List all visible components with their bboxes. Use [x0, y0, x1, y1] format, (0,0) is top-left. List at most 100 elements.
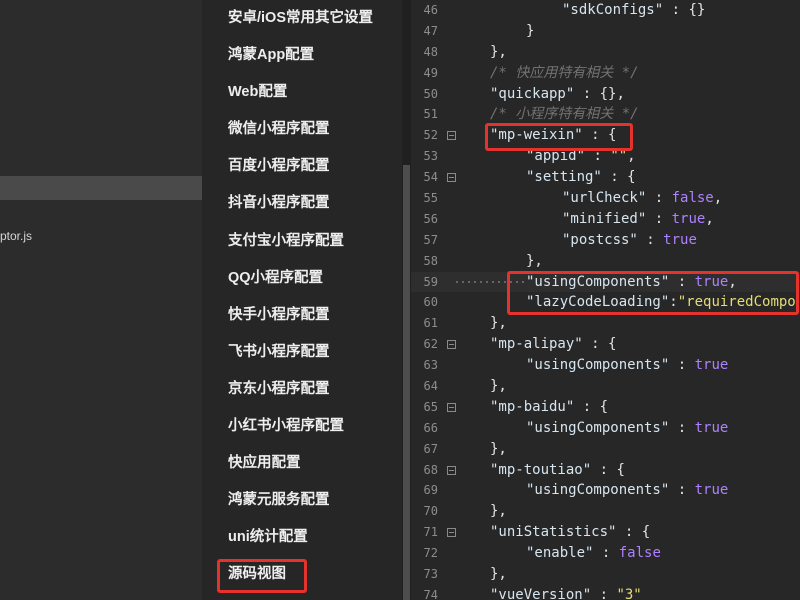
code-line[interactable]: 63 "usingComponents" : true [411, 355, 800, 376]
code-line[interactable]: 74 "vueVersion" : "3" [411, 585, 800, 600]
code-token-punct: }, [490, 378, 507, 395]
code-line[interactable]: 54 "setting" : { [411, 167, 800, 188]
code-line[interactable]: 55 "urlCheck" : false, [411, 188, 800, 209]
code-token-punct: }, [490, 566, 507, 583]
menu-scrollbar[interactable] [402, 0, 411, 600]
code-token-punct: , [705, 210, 714, 227]
menu-item-harmony-atomic-service[interactable]: 鸿蒙元服务配置 [202, 482, 402, 519]
code-text[interactable]: "lazyCodeLoading":"requiredCompo [454, 292, 796, 313]
line-number: 66 [423, 420, 438, 435]
code-line[interactable]: 56 "minified" : true, [411, 209, 800, 230]
code-text[interactable]: }, [454, 313, 507, 334]
code-text[interactable]: "mp-alipay" : { [454, 334, 616, 355]
code-text[interactable]: "vueVersion" : "3" [454, 585, 642, 600]
code-text[interactable]: }, [454, 564, 507, 585]
code-line[interactable]: 72 "enable" : false [411, 543, 800, 564]
code-text[interactable]: }, [454, 439, 507, 460]
code-line[interactable]: 46 "sdkConfigs" : {} [411, 0, 800, 21]
code-text[interactable]: "mp-toutiao" : { [454, 460, 625, 481]
menu-item-quickapp[interactable]: 快应用配置 [202, 445, 402, 482]
code-line[interactable]: 70 }, [411, 501, 800, 522]
code-line[interactable]: 71 "uniStatistics" : { [411, 522, 800, 543]
line-number: 72 [423, 546, 438, 561]
code-line[interactable]: 48 }, [411, 42, 800, 63]
code-line[interactable]: 66 "usingComponents" : true [411, 418, 800, 439]
code-token-indent [454, 148, 526, 164]
code-line[interactable]: 62 "mp-alipay" : { [411, 334, 800, 355]
code-text[interactable]: "usingComponents" : true [454, 480, 728, 501]
menu-item-xiaohongshu-miniprogram[interactable]: 小红书小程序配置 [202, 408, 402, 445]
code-line[interactable]: 51 /* 小程序特有相关 */ [411, 104, 800, 125]
code-text[interactable]: }, [454, 501, 507, 522]
code-text[interactable]: } [454, 21, 534, 42]
code-text[interactable]: "usingComponents" : true [454, 355, 728, 376]
explorer-selected-row[interactable] [0, 176, 202, 200]
code-text[interactable]: "minified" : true, [454, 209, 714, 230]
code-line[interactable]: 57 "postcss" : true [411, 230, 800, 251]
line-number: 58 [423, 253, 438, 268]
menu-item-jd-miniprogram[interactable]: 京东小程序配置 [202, 371, 402, 408]
code-token-key: "mp-baidu" [490, 398, 575, 415]
menu-item-web[interactable]: Web配置 [202, 74, 402, 111]
explorer-file-item[interactable]: ptor.js [0, 228, 32, 244]
code-text[interactable]: "postcss" : true [454, 230, 697, 251]
code-editor[interactable]: 46 "sdkConfigs" : {} 47 } 48 }, 49 /* 快应用特有… [411, 0, 800, 600]
code-text[interactable]: }, [454, 251, 543, 272]
menu-item-android-ios-settings[interactable]: 安卓/iOS常用其它设置 [202, 0, 402, 37]
code-line[interactable]: 60 "lazyCodeLoading":"requiredCompo [411, 292, 800, 313]
code-line[interactable]: 73 }, [411, 564, 800, 585]
code-text[interactable]: "usingComponents" : true, [454, 272, 737, 293]
code-line[interactable]: 67 }, [411, 439, 800, 460]
menu-item-alipay-miniprogram[interactable]: 支付宝小程序配置 [202, 223, 402, 260]
code-line[interactable]: 50 "quickapp" : {}, [411, 84, 800, 105]
code-text[interactable]: "enable" : false [454, 543, 661, 564]
code-token-comment: /* 小程序特有相关 */ [490, 106, 639, 123]
code-line[interactable]: 47 } [411, 21, 800, 42]
menu-item-weixin-miniprogram[interactable]: 微信小程序配置 [202, 111, 402, 148]
menu-item-feishu-miniprogram[interactable]: 飞书小程序配置 [202, 334, 402, 371]
code-text[interactable]: "uniStatistics" : { [454, 522, 650, 543]
menu-item-baidu-miniprogram[interactable]: 百度小程序配置 [202, 148, 402, 185]
code-token-string: "requiredCompo [677, 294, 796, 311]
code-text[interactable]: "mp-weixin" : { [454, 125, 616, 146]
code-token-key: "mp-weixin" [490, 127, 583, 144]
code-token-indent [454, 587, 490, 600]
code-lines[interactable]: 46 "sdkConfigs" : {} 47 } 48 }, 49 /* 快应用特有… [411, 0, 800, 600]
menu-item-harmony-app[interactable]: 鸿蒙App配置 [202, 37, 402, 74]
code-line[interactable]: 68 "mp-toutiao" : { [411, 460, 800, 481]
code-text[interactable]: }, [454, 376, 507, 397]
code-text[interactable]: "setting" : { [454, 167, 636, 188]
code-text[interactable]: /* 快应用特有相关 */ [454, 63, 639, 84]
line-number: 50 [423, 86, 438, 101]
code-line[interactable]: 61 }, [411, 313, 800, 334]
code-line[interactable]: 58 }, [411, 251, 800, 272]
menu-item-uni-statistics[interactable]: uni统计配置 [202, 519, 402, 556]
menu-item-douyin-miniprogram[interactable]: 抖音小程序配置 [202, 185, 402, 222]
code-line[interactable]: 53 "appid" : "", [411, 146, 800, 167]
code-text[interactable]: "usingComponents" : true [454, 418, 728, 439]
code-text[interactable]: "quickapp" : {}, [454, 84, 625, 105]
code-line[interactable]: 69 "usingComponents" : true [411, 480, 800, 501]
menu-scrollbar-thumb[interactable] [403, 165, 410, 600]
code-line[interactable]: 59 "usingComponents" : true, [411, 272, 800, 293]
menu-item-kuaishou-miniprogram[interactable]: 快手小程序配置 [202, 297, 402, 334]
code-text[interactable]: "sdkConfigs" : {} [454, 0, 705, 21]
code-token-key: "usingComponents" [526, 357, 670, 374]
code-token-punct: : [591, 586, 617, 600]
code-line[interactable]: 52 "mp-weixin" : { [411, 125, 800, 146]
code-text[interactable]: }, [454, 42, 507, 63]
code-text[interactable]: "appid" : "", [454, 146, 636, 167]
menu-item-source-view[interactable]: 源码视图 [202, 556, 402, 593]
code-text[interactable]: "mp-baidu" : { [454, 397, 608, 418]
code-line[interactable]: 64 }, [411, 376, 800, 397]
code-line[interactable]: 49 /* 快应用特有相关 */ [411, 63, 800, 84]
menu-item-qq-miniprogram[interactable]: QQ小程序配置 [202, 260, 402, 297]
code-token-key: "urlCheck" [562, 190, 647, 207]
code-token-indent [454, 44, 490, 60]
code-text[interactable]: /* 小程序特有相关 */ [454, 104, 639, 125]
code-token-punct: } [526, 22, 535, 39]
settings-nav-menu: 安卓/iOS常用其它设置 鸿蒙App配置 Web配置 微信小程序配置 百度小程序… [202, 0, 402, 600]
line-number: 57 [423, 232, 438, 247]
code-line[interactable]: 65 "mp-baidu" : { [411, 397, 800, 418]
code-text[interactable]: "urlCheck" : false, [454, 188, 722, 209]
